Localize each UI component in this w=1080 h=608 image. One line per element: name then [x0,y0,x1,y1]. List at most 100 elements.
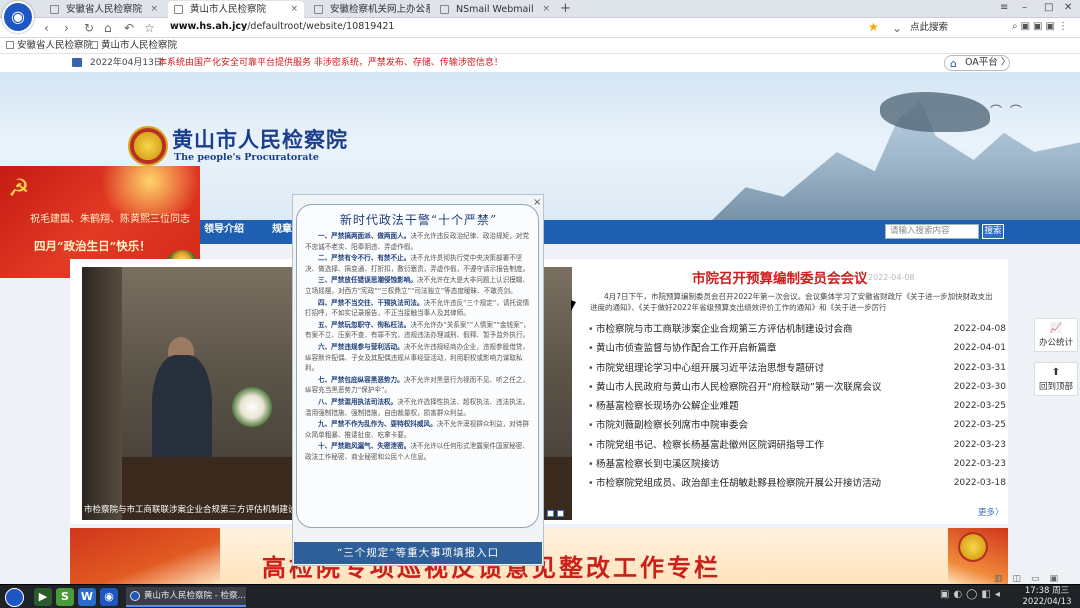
forward-icon[interactable]: › [64,20,69,36]
birds-image: ⌒ ⌒ [990,104,1024,118]
nav-leaders[interactable]: 领导介绍 [204,220,244,240]
list-item[interactable]: 黄山市人民政府与黄山市人民检察院召开“府检联动”第一次联席会议2022-03-3… [588,378,1006,397]
bookmark-anhui[interactable]: 安徽省人民检察院 [6,38,93,54]
new-tab-button[interactable]: + [560,0,571,17]
holiday-greeting: 四月“政治生日”快乐！ [34,239,151,253]
taskbar-browser-window[interactable]: 黄山市人民检察院 - 检察... [126,587,246,607]
featured-summary: 4月7日下午，市院预算编制委员会召开2022年第一次会议。会议集体学习了安徽省财… [590,292,993,312]
url-field[interactable]: www.hs.ah.jcy/defaultroot/website/108194… [170,21,394,32]
holiday-greeting-names: 祝毛建国、朱鹤翔、陈黄熙三位同志 [30,214,190,225]
house-icon: ⌂ [950,57,957,70]
rule-item: 十、严禁跑风漏气、失密泄密。决不允许以任何形式泄露案件国家秘密、政法工作秘密、商… [305,442,529,461]
undo-icon[interactable]: ↶ [124,20,134,36]
page-icon [440,5,449,14]
tab-close-icon[interactable]: × [416,1,424,18]
page-status-icons[interactable]: ▥◫▭▣ [994,574,1068,584]
home-icon[interactable]: ⌂ [104,20,112,36]
back-to-top-button[interactable]: ⬆ 回到顶部 [1034,362,1078,396]
bookmark-icon[interactable]: ☆ [144,20,155,36]
menu-icon[interactable]: ≡ [1000,2,1008,13]
page-icon [50,5,59,14]
ten-prohibitions-popup: × 新时代政法干警“十个严禁” 一、严禁搞两面派、做两面人。决不允许违反政治纪律… [292,194,544,566]
tab-bar: 安徽省人民检察院 × 黄山市人民检察院 × 安徽检察机关网上办公系 × NSma… [0,0,1080,18]
three-rules-entry-button[interactable]: “三个规定”等重大事项填报入口 [294,542,542,564]
site-search-input[interactable]: 请输入搜索内容 [885,224,979,239]
featured-date: 2022-04-08 [868,273,915,282]
tab-nsmail[interactable]: NSmail Webmail × [434,1,556,18]
nav-regulations[interactable]: 规章 [272,220,292,240]
rule-item: 六、严禁违规参与营利活动。决不允许违规经商办企业，违规参股借贷，纵容默许配偶、子… [305,342,529,373]
slide-dot[interactable] [547,510,554,517]
tab-close-icon[interactable]: × [150,1,158,18]
extension-icons[interactable]: ⌕▣▣▣⋮ [1012,21,1071,32]
spreadsheet-app-icon[interactable]: S [56,588,74,606]
popup-content: 新时代政法干警“十个严禁” 一、严禁搞两面派、做两面人。决不允许违反政治纪律、政… [296,204,539,528]
rule-item: 四、严禁不当交往、干预执法司法。决不允许违反“三个规定”，请托说情打招呼，不如实… [305,298,530,318]
reload-icon[interactable]: ↻ [84,20,94,36]
security-notice: 本系统由国产化安全可靠平台提供服务 非涉密系统，严禁发布、存储、传输涉密信息！ [158,58,503,68]
close-icon[interactable]: × [533,197,541,208]
favorite-star-icon[interactable]: ★ [868,20,879,34]
browser-icon [130,591,140,601]
popup-title: 新时代政法干警“十个严禁” [339,213,498,227]
minimize-icon[interactable]: – [1022,2,1027,13]
current-date: 2022年04月13日 [90,58,163,68]
dropdown-icon[interactable]: ⌄ [892,20,902,36]
list-item[interactable]: 杨基富检察长到屯溪区院接访2022-03-23 [588,455,1006,474]
page-icon [314,5,323,14]
taskbar-clock[interactable]: 17:38 周三 2022/04/13 [1018,586,1076,608]
list-item[interactable]: 市院刘薇副检察长列席市中院审委会2022-03-25 [588,416,1006,435]
list-item[interactable]: 市院党组理论学习中心组开展习近平法治思想专题研讨2022-03-31 [588,359,1006,378]
sunburst-decoration [90,166,200,216]
close-window-icon[interactable]: ✕ [1064,2,1072,13]
list-item[interactable]: 市检察院与市工商联涉案企业合规第三方评估机制建设讨会商2022-04-08 [588,320,1006,339]
page-icon [174,5,183,14]
web-page: 2022年04月13日 本系统由国产化安全可靠平台提供服务 非涉密系统，严禁发布… [0,54,1080,584]
tab-anhui-procuratorate[interactable]: 安徽省人民检察院 × [44,1,164,18]
bookmark-huangshan[interactable]: 黄山市人民检察院 [90,38,177,54]
bookmarks-bar: 安徽省人民检察院 黄山市人民检察院 [0,38,1080,54]
taskbar: ▶ S W ◉ 黄山市人民检察院 - 检察... ▣◐◯◧◂ 17:38 周三 … [0,584,1080,608]
notice-bar: 2022年04月13日 本系统由国产化安全可靠平台提供服务 非涉密系统，严禁发布… [0,54,1080,72]
browser-search-input[interactable]: 点此搜索 [910,20,1010,35]
list-item[interactable]: 杨基富检察长现场办公解企业难题2022-03-25 [588,397,1006,416]
page-icon [90,41,98,49]
rule-item: 五、严禁玩忽职守、徇私枉法。决不允许办“关系案”“人情案”“金钱案”，有案不立、… [305,320,530,340]
calendar-icon [72,58,82,67]
rule-item: 一、严禁搞两面派、做两面人。决不允许违反政治纪律、政治规矩，对党不忠诚不老实、阳… [305,232,529,251]
site-subtitle: The people's Procuratorate [174,152,319,163]
list-item[interactable]: 黄山市侦查监督与协作配合工作开启新篇章2022-04-01 [588,339,1006,358]
rule-item: 二、严禁有令不行、有禁不止。决不允许贯彻执行党中央决策部署不坚决、做选择、搞变通… [305,254,530,273]
featured-headline[interactable]: 市院召开预算编制委员会会议 [692,267,868,287]
slide-dot[interactable] [557,510,564,517]
system-tray-icons[interactable]: ▣◐◯◧◂ [940,589,1004,600]
mountain-image [700,100,1080,232]
tab-online-office[interactable]: 安徽检察机关网上办公系 × [308,1,430,18]
curtain-image [82,267,122,520]
tab-close-icon[interactable]: × [290,1,298,18]
writer-app-icon[interactable]: W [78,588,96,606]
list-item[interactable]: 市检察院党组成员、政治部主任胡敏赴黟县检察院开展公开接访活动2022-03-18 [588,474,1006,493]
rule-item: 八、严禁滥用执法司法权。决不允许选择性执法、超权执法、违法执法，滥用强制措施、强… [305,397,529,417]
back-icon[interactable]: ‹ [44,20,49,36]
tab-huangshan-procuratorate[interactable]: 黄山市人民检察院 × [168,1,304,18]
terminal-app-icon[interactable]: ▶ [34,588,52,606]
chart-icon: 📈 [1049,323,1063,334]
tab-close-icon[interactable]: × [542,1,550,18]
rules-list: 一、严禁搞两面派、做两面人。决不允许违反政治纪律、政治规矩，对党不忠诚不老实、阳… [305,231,533,463]
maximize-icon[interactable]: □ [1044,2,1053,13]
office-stats-button[interactable]: 📈 办公统计 [1034,318,1078,352]
more-news-link[interactable]: 更多〉 [978,506,1004,518]
national-emblem-icon [128,126,168,166]
site-search-button[interactable]: 搜索 [982,224,1004,239]
list-item[interactable]: 市院党组书记、检察长杨基富赴徽州区院调研指导工作2022-03-23 [588,436,1006,455]
browser-app-icon[interactable]: ◉ [100,588,118,606]
page-icon [6,41,14,49]
procuratorate-emblem-icon [958,532,988,562]
rule-item: 九、严禁不作为乱作为、耍特权抖威风。决不允许漠视群众利益，对待群众简单粗暴、推诿… [305,420,529,439]
oa-platform-button[interactable]: ⌂ OA平台 〉 [944,55,1010,71]
browser-logo-icon[interactable]: ◉ [2,1,34,33]
flower-pot-image [232,387,272,427]
rule-item: 三、严禁放任错误思潮侵蚀影响。决不允许在大是大非问题上认识模糊、立场摇摆，对西方… [305,276,529,295]
start-menu-icon[interactable] [5,588,24,607]
